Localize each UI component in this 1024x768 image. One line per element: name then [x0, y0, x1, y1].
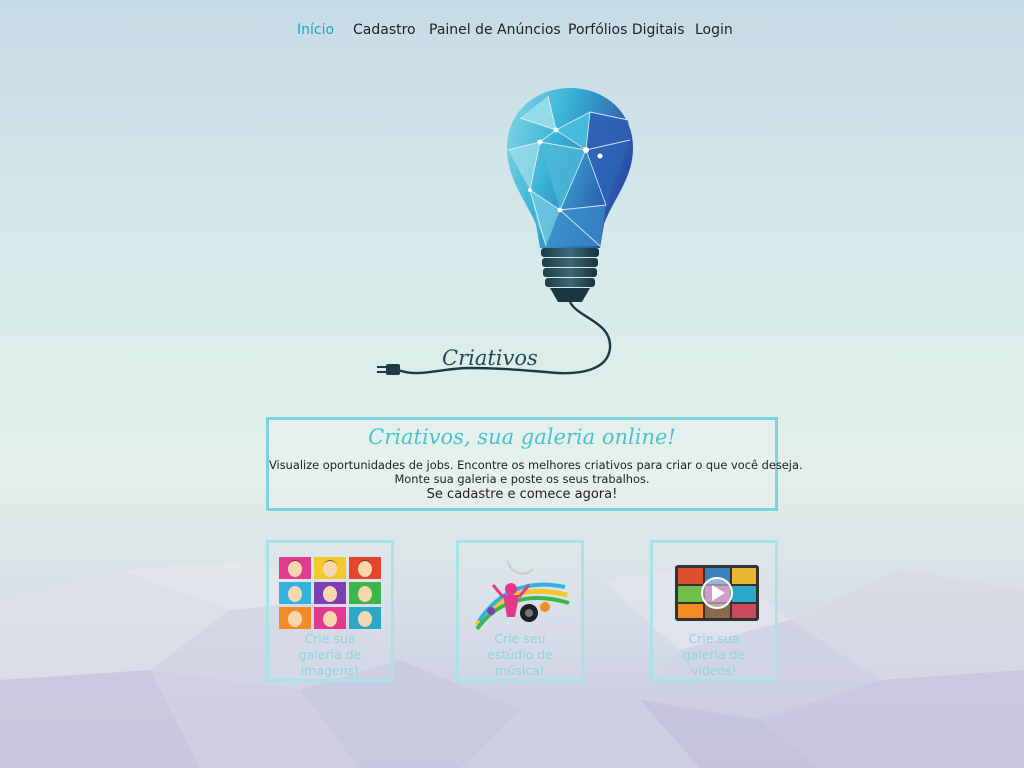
card-text-line: estúdio de	[487, 647, 553, 662]
card-text-line: música!	[495, 663, 545, 678]
card-text-line: galeria de	[682, 647, 746, 662]
card-text-line: Crie sua	[304, 631, 356, 646]
card-video-gallery-label: Crie sua galeria de vídeos!	[663, 631, 765, 679]
nav-item-portfolios-digitais[interactable]: Porfólios Digitais	[568, 22, 685, 38]
card-text-line: vídeos!	[691, 663, 737, 678]
video-player-icon	[675, 565, 759, 621]
card-image-gallery[interactable]: Crie sua galeria de imagens!	[266, 540, 394, 682]
intro-call-to-action: Se cadastre e comece agora!	[426, 487, 618, 502]
card-text-line: imagens!	[300, 663, 360, 678]
pop-art-gallery-icon	[279, 557, 381, 629]
nav-item-login[interactable]: Login	[695, 22, 733, 38]
lightbulb-logo-icon	[377, 88, 633, 375]
nav-item-inicio[interactable]: Início	[297, 22, 334, 38]
top-nav: Início Cadastro Painel de Anúncios Porfó…	[0, 22, 1024, 44]
card-image-gallery-label: Crie sua galeria de imagens!	[279, 631, 381, 679]
intro-description-secondary: Monte sua galeria e poste os seus trabal…	[394, 472, 650, 486]
nav-item-painel-de-anuncios[interactable]: Painel de Anúncios	[429, 22, 561, 38]
nav-item-cadastro[interactable]: Cadastro	[353, 22, 416, 38]
card-music-studio[interactable]: Crie seu estúdio de música!	[456, 540, 584, 682]
card-text-line: Crie seu	[494, 631, 546, 646]
card-text-line: galeria de	[298, 647, 362, 662]
intro-panel: Criativos, sua galeria online! Visualize…	[266, 417, 803, 511]
card-video-gallery[interactable]: Crie sua galeria de vídeos!	[650, 540, 778, 682]
card-text-line: Crie sua	[688, 631, 740, 646]
intro-title: Criativos, sua galeria online!	[368, 425, 676, 449]
music-art-icon	[474, 560, 570, 631]
card-music-studio-label: Crie seu estúdio de música!	[469, 631, 571, 679]
logo-wordmark: Criativos	[442, 346, 538, 370]
intro-description: Visualize oportunidades de jobs. Encontr…	[269, 458, 803, 472]
